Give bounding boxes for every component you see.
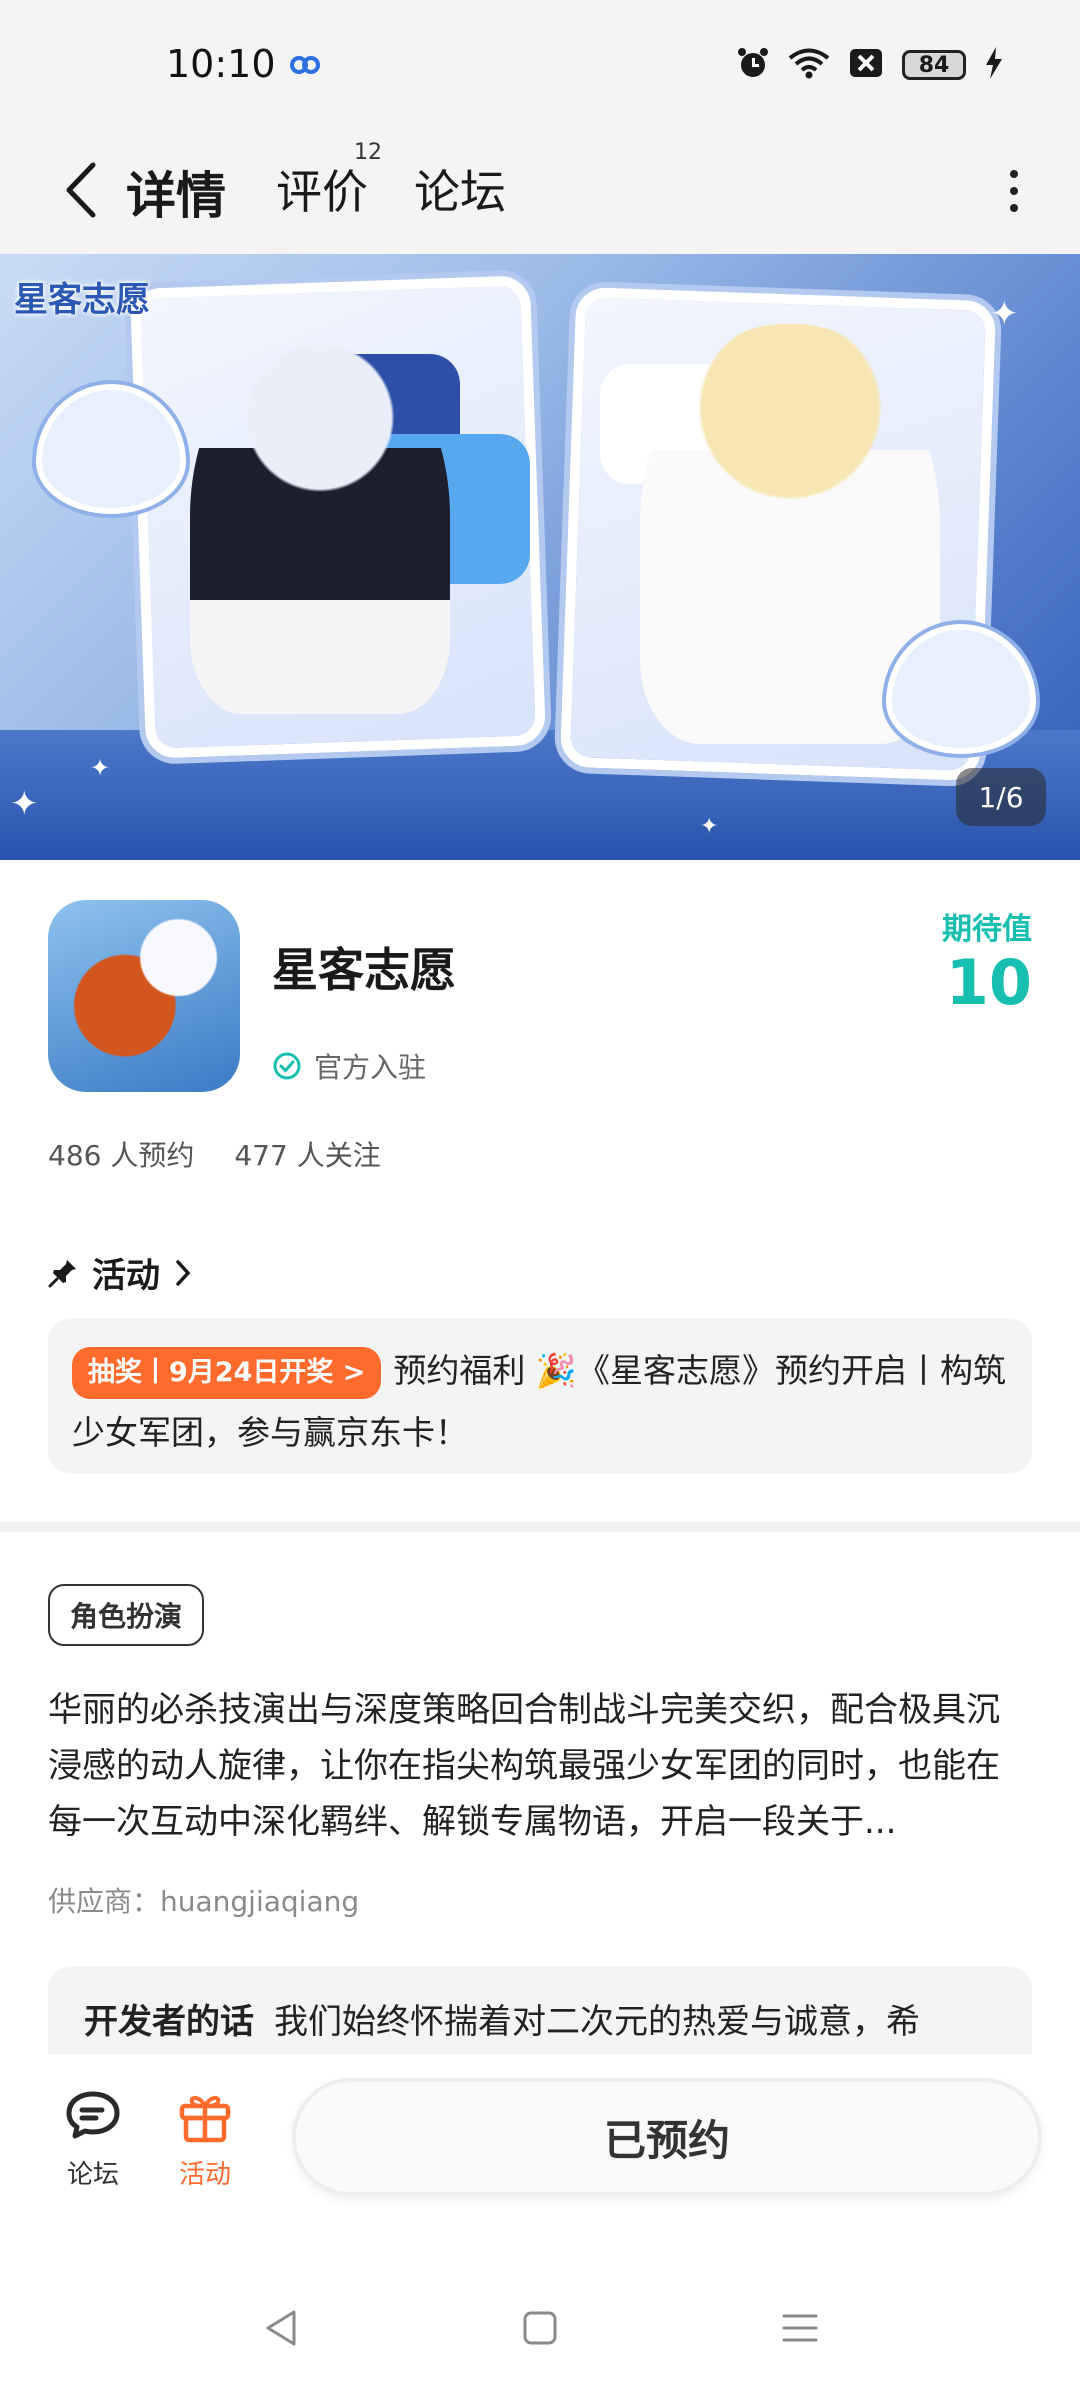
official-label: 官方入驻 [314,1051,427,1084]
banner-logo: 星客志愿 [14,280,150,320]
forum-button[interactable]: 论坛 [48,2088,138,2191]
tab-review-label: 评价 [276,165,368,219]
battery-icon: 84 [902,50,966,80]
developer-words-label: 开发者的话 [84,2002,254,2042]
game-stats: 486 人预约 477 人关注 [48,1134,381,1174]
verified-check-icon [273,1052,301,1080]
status-bar: 10:10 84 [0,0,1080,130]
bottom-action-bar: 论坛 活动 已预约 [0,2054,1080,2254]
game-title: 星客志愿 [272,943,456,997]
tab-review[interactable]: 评价 12 [276,140,382,222]
square-home-icon [523,2311,557,2345]
supplier-info: 供应商：huangjiaqiang [48,1885,360,1918]
developer-words-card[interactable]: 开发者的话 我们始终怀揣着对二次元的热爱与诚意，希 [48,1966,1032,2054]
back-arrow-icon [66,162,96,218]
expect-label: 期待值 [942,912,1032,947]
system-back-button[interactable] [252,2298,312,2358]
chevron-right-icon [176,1259,191,1286]
screenshot-carousel[interactable]: 星客志愿 ✦ ✦ ✦ ✦ 1/6 [0,254,1080,860]
tab-detail-label: 详情 [126,167,226,225]
carousel-page-indicator: 1/6 [956,768,1046,826]
more-options-button[interactable] [984,156,1044,226]
developer-words-text: 我们始终怀揣着对二次元的热爱与诚意，希 [274,2002,920,2042]
system-navigation-bar [0,2254,1080,2400]
game-description[interactable]: 华丽的必杀技演出与深度策略回合制战斗完美交织，配合极具沉浸感的动人旋律，让你在指… [48,1682,1032,1850]
menu-lines-icon [782,2314,818,2342]
cloud-link-icon [290,54,320,80]
game-app-icon [48,900,240,1092]
pin-icon [48,1259,76,1287]
expectation-score: 期待值 10 [942,904,1032,1014]
sim-blocked-icon [848,47,884,83]
more-dots-icon [1010,170,1018,178]
back-button[interactable] [50,150,110,230]
activity-card[interactable]: 抽奖丨9月24日开奖 > 预约福利 🎉《星客志愿》预约开启丨构筑少女军团，参与赢京… [48,1318,1032,1474]
sparkle-icon: ✦ [10,784,39,824]
lottery-tag[interactable]: 抽奖丨9月24日开奖 > [72,1346,382,1399]
follower-count: 477 人关注 [234,1139,381,1172]
genre-tag[interactable]: 角色扮演 [48,1584,205,1646]
section-divider [0,1522,1080,1532]
sparkle-icon: ✦ [700,814,719,839]
activity-header-label: 活动 [92,1256,160,1296]
charging-icon [984,47,1004,83]
reservation-count: 486 人预约 [48,1139,195,1172]
reserved-button[interactable]: 已预约 [292,2078,1042,2196]
sparkle-icon: ✦ [90,754,111,782]
character-maid-art [190,334,450,714]
system-recents-button[interactable] [770,2298,830,2358]
top-nav: 详情 评价 12 论坛 [0,130,1080,254]
sparkle-icon: ✦ [990,294,1019,334]
official-badge: 官方入驻 [272,1046,426,1086]
forum-button-label: 论坛 [66,2160,119,2190]
tab-forum-label: 论坛 [414,165,506,219]
review-count-badge: 12 [354,140,382,165]
activity-header[interactable]: 活动 [48,1248,192,1297]
tab-detail[interactable]: 详情 [126,156,226,228]
status-time: 10:10 [166,42,276,86]
activity-button[interactable]: 活动 [160,2088,250,2191]
triangle-back-icon [266,2310,296,2346]
gift-icon [179,2095,231,2143]
alarm-icon [736,46,770,84]
tab-forum[interactable]: 论坛 [414,156,506,222]
forum-chat-icon [66,2091,120,2139]
system-home-button[interactable] [510,2298,570,2358]
expect-value: 10 [945,946,1032,1019]
wifi-icon [788,47,830,83]
activity-button-label: 活动 [178,2160,231,2190]
